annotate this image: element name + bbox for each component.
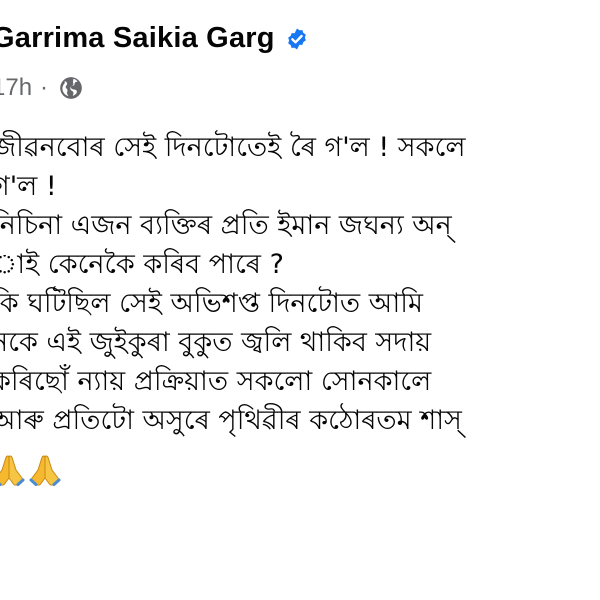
- post-meta: 17h ·: [0, 74, 84, 102]
- post-text-line: জীৱনবোৰ সেই দিনটোতেই ৰৈ গ'ল ! সকলে: [0, 132, 466, 163]
- emoji-row: [0, 442, 600, 488]
- post-text-line: আৰু প্ৰতিটো অসুৰে পৃথিৱীৰ কঠোৰতম শাস্: [0, 405, 462, 436]
- author-name[interactable]: Garrima Saikia Garg: [0, 22, 275, 55]
- post-text-line: কৰিছোঁ ন্যায় প্ৰক্ৰিয়াত সকলো সোনকালে: [0, 366, 432, 397]
- verified-badge-icon: [285, 27, 309, 51]
- folded-hands-icon: [0, 452, 26, 488]
- facebook-post: Garrima Saikia Garg 17h · জীৱনবোৰ সেই দি…: [0, 0, 600, 600]
- post-header: Garrima Saikia Garg: [0, 22, 309, 55]
- meta-separator: ·: [40, 74, 49, 101]
- post-body: জীৱনবোৰ সেই দিনটোতেই ৰৈ গ'ল ! সকলে গ'ল !…: [0, 128, 600, 488]
- post-timestamp[interactable]: 17h: [0, 74, 32, 102]
- folded-hands-icon: [28, 452, 62, 488]
- globe-icon[interactable]: [58, 75, 84, 101]
- post-text-line: নকে এই জুইকুৰা বুকুত জ্বলি থাকিব সদায়: [0, 327, 432, 358]
- post-text-line: নিচিনা এজন ব্যক্তিৰ প্ৰতি ইমান জঘন্য অন্: [0, 210, 452, 241]
- post-text-line: াই কেনেকৈ কৰিব পাৰে ?: [0, 249, 284, 280]
- post-text-line: গ'ল !: [0, 171, 57, 202]
- post-text-line: কি ঘটিছিল সেই অভিশপ্ত দিনটোত আমি: [0, 288, 423, 319]
